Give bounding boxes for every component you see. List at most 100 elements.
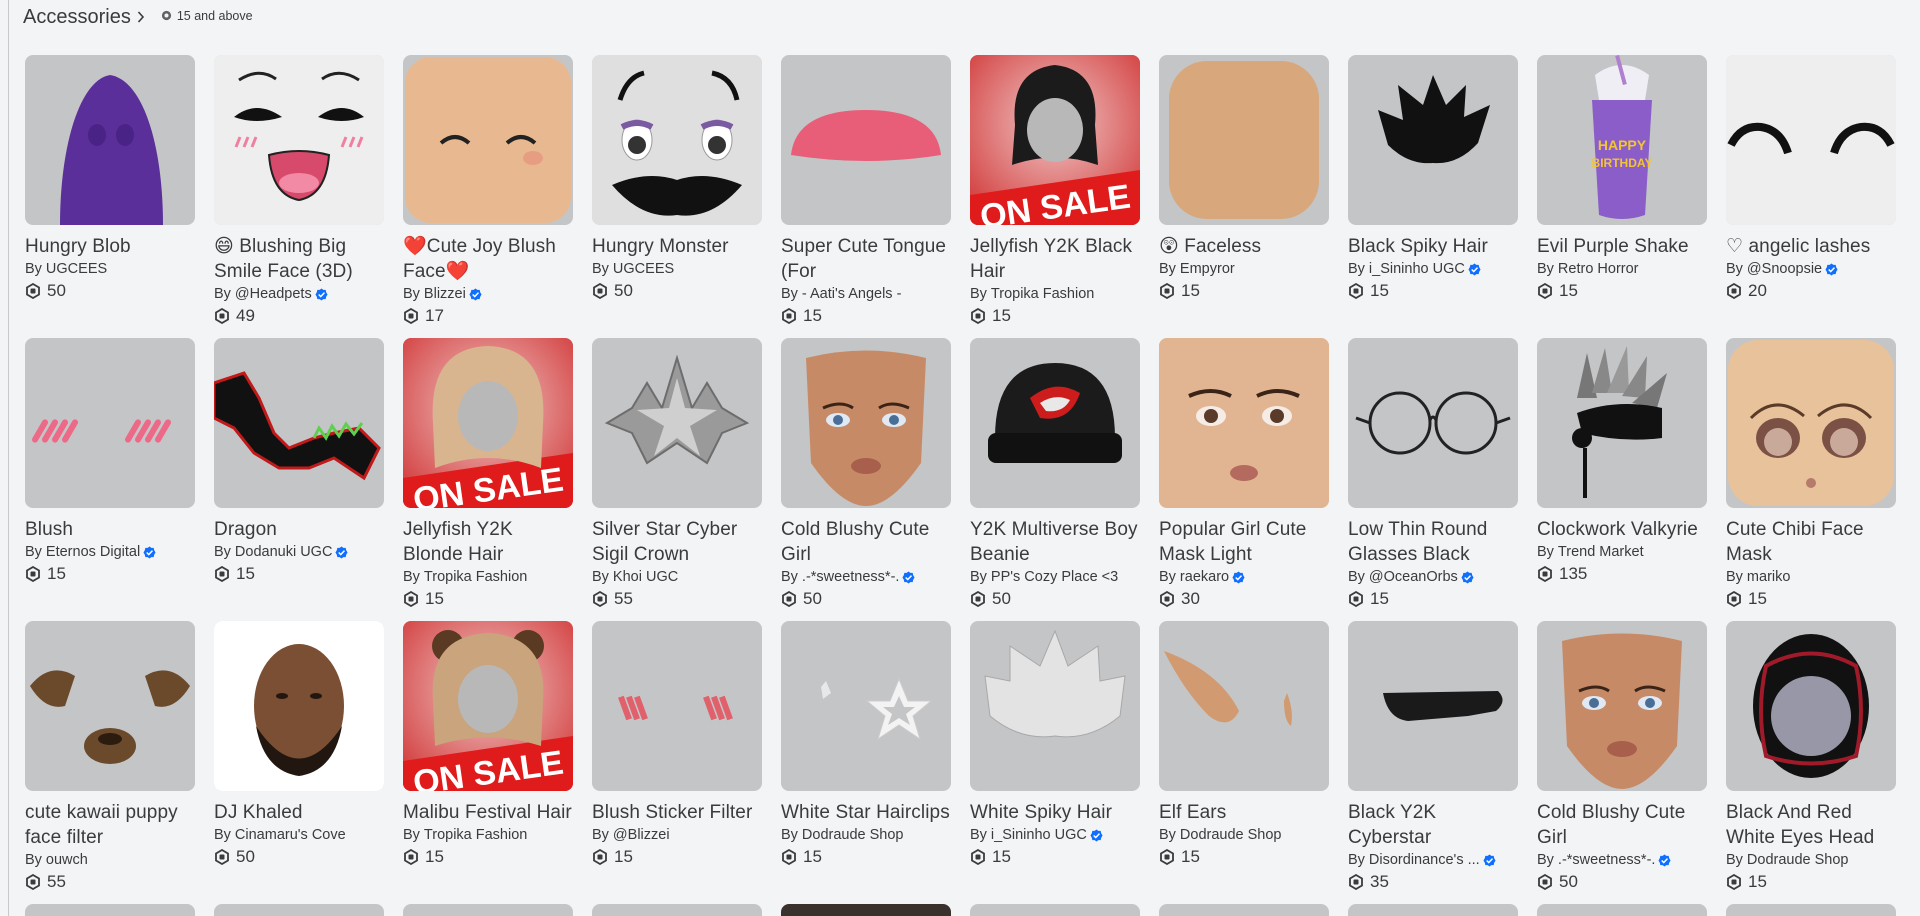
item-card[interactable]: Dragon By Dodanuki UGC 15 — [214, 338, 384, 621]
item-card[interactable]: Hungry Monster By UGCEES 50 — [592, 55, 762, 338]
item-card[interactable]: 😲 Faceless By Empyror 15 — [1159, 55, 1329, 338]
creator-link[interactable]: .-*sweetness*-. — [802, 567, 900, 587]
item-name[interactable]: Hungry Monster — [592, 234, 762, 259]
item-name[interactable]: Clockwork Valkyrie — [1537, 517, 1707, 542]
creator-link[interactable]: Retro Horror — [1558, 259, 1639, 279]
item-thumbnail[interactable] — [1348, 338, 1518, 508]
item-name[interactable]: Low Thin Round Glasses Black — [1348, 517, 1518, 567]
item-name[interactable]: Silver Star Cyber Sigil Crown — [592, 517, 762, 567]
item-thumbnail[interactable]: ON SALE — [970, 55, 1140, 225]
creator-link[interactable]: i_Sininho UGC — [1369, 259, 1465, 279]
item-thumbnail[interactable] — [1159, 55, 1329, 225]
creator-link[interactable]: .-*sweetness*-. — [1558, 850, 1656, 870]
item-name[interactable]: Cute Chibi Face Mask — [1726, 517, 1896, 567]
item-thumbnail[interactable] — [1537, 621, 1707, 791]
item-thumbnail[interactable] — [25, 55, 195, 225]
item-name[interactable]: White Spiky Hair — [970, 800, 1140, 825]
item-thumbnail[interactable] — [214, 55, 384, 225]
creator-link[interactable]: PP's Cozy Place <3 — [991, 567, 1118, 587]
item-name[interactable]: Jellyfish Y2K Black Hair — [970, 234, 1140, 284]
item-name[interactable]: DJ Khaled — [214, 800, 384, 825]
item-name[interactable]: Evil Purple Shake — [1537, 234, 1707, 259]
item-name[interactable]: 😄 Blushing Big Smile Face (3D) — [214, 234, 384, 284]
item-thumbnail[interactable] — [970, 338, 1140, 508]
item-name[interactable]: Hungry Blob — [25, 234, 195, 259]
item-name[interactable]: Cold Blushy Cute Girl — [1537, 800, 1707, 850]
creator-link[interactable]: mariko — [1747, 567, 1791, 587]
creator-link[interactable]: Tropika Fashion — [991, 284, 1094, 304]
item-card[interactable]: Cute Chibi Face Mask By mariko 15 — [1726, 338, 1896, 621]
item-thumbnail[interactable] — [1159, 621, 1329, 791]
item-card[interactable]: cute kawaii puppy face filter By ouwch 5… — [25, 621, 195, 904]
item-card[interactable]: Blush Sticker Filter By @Blizzei 15 — [592, 621, 762, 904]
item-thumbnail[interactable] — [1348, 55, 1518, 225]
item-name[interactable]: Black And Red White Eyes Head — [1726, 800, 1896, 850]
item-card[interactable]: Blush By Eternos Digital 15 — [25, 338, 195, 621]
item-name[interactable]: cute kawaii puppy face filter — [25, 800, 195, 850]
item-card[interactable]: Super Cute Tongue (For By - Aati's Angel… — [781, 55, 951, 338]
item-name[interactable]: Dragon — [214, 517, 384, 542]
item-card[interactable]: Black Y2K Cyberstar By Disordinance's ..… — [1348, 621, 1518, 904]
item-card[interactable]: ON SALE Malibu Festival Hair By Tropika … — [403, 621, 573, 904]
creator-link[interactable]: raekaro — [1180, 567, 1229, 587]
creator-link[interactable]: Dodanuki UGC — [235, 542, 333, 562]
creator-link[interactable]: UGCEES — [613, 259, 674, 279]
item-name[interactable]: Elf Ears — [1159, 800, 1329, 825]
item-thumbnail[interactable] — [25, 338, 195, 508]
creator-link[interactable]: Trend Market — [1558, 542, 1644, 562]
item-thumbnail[interactable] — [781, 338, 951, 508]
item-card[interactable]: DJ Khaled By Cinamaru's Cove 50 — [214, 621, 384, 904]
item-card[interactable]: Black And Red White Eyes Head By Dodraud… — [1726, 621, 1896, 904]
item-name[interactable]: Super Cute Tongue (For — [781, 234, 951, 284]
item-name[interactable]: White Star Hairclips — [781, 800, 951, 825]
item-thumbnail[interactable] — [1537, 338, 1707, 508]
creator-link[interactable]: Dodraude Shop — [1747, 850, 1849, 870]
item-name[interactable]: Blush Sticker Filter — [592, 800, 762, 825]
item-card[interactable]: Hungry Blob By UGCEES 50 — [25, 55, 195, 338]
creator-link[interactable]: Dodraude Shop — [802, 825, 904, 845]
item-name[interactable]: Jellyfish Y2K Blonde Hair — [403, 517, 573, 567]
item-thumbnail[interactable]: ON SALE — [403, 338, 573, 508]
creator-link[interactable]: @Headpets — [235, 284, 312, 304]
item-card[interactable]: Black Spiky Hair By i_Sininho UGC 15 — [1348, 55, 1518, 338]
creator-link[interactable]: i_Sininho UGC — [991, 825, 1087, 845]
item-name[interactable]: Cold Blushy Cute Girl — [781, 517, 951, 567]
item-thumbnail[interactable] — [214, 338, 384, 508]
item-thumbnail[interactable] — [403, 55, 573, 225]
item-name[interactable]: ♡ angelic lashes — [1726, 234, 1896, 259]
item-card[interactable]: Cold Blushy Cute Girl By .-*sweetness*-.… — [1537, 621, 1707, 904]
item-thumbnail[interactable] — [1159, 338, 1329, 508]
item-card[interactable]: ❤️Cute Joy Blush Face❤️ By Blizzei 17 — [403, 55, 573, 338]
item-card[interactable]: White Star Hairclips By Dodraude Shop 15 — [781, 621, 951, 904]
creator-link[interactable]: Tropika Fashion — [424, 825, 527, 845]
creator-link[interactable]: Khoi UGC — [613, 567, 678, 587]
creator-link[interactable]: Disordinance's ... — [1369, 850, 1480, 870]
item-thumbnail[interactable]: HAPPY BIRTHDAY — [1537, 55, 1707, 225]
creator-link[interactable]: @Snoopsie — [1747, 259, 1822, 279]
item-card[interactable]: Cold Blushy Cute Girl By .-*sweetness*-.… — [781, 338, 951, 621]
creator-link[interactable]: Tropika Fashion — [424, 567, 527, 587]
creator-link[interactable]: @Blizzei — [613, 825, 670, 845]
creator-link[interactable]: Dodraude Shop — [1180, 825, 1282, 845]
item-name[interactable]: Black Y2K Cyberstar — [1348, 800, 1518, 850]
item-thumbnail[interactable] — [970, 621, 1140, 791]
chevron-right-icon[interactable] — [137, 10, 147, 24]
item-card[interactable]: ON SALE Jellyfish Y2K Blonde Hair By Tro… — [403, 338, 573, 621]
creator-link[interactable]: ouwch — [46, 850, 88, 870]
item-name[interactable]: Popular Girl Cute Mask Light — [1159, 517, 1329, 567]
item-thumbnail[interactable] — [592, 338, 762, 508]
item-thumbnail[interactable] — [1726, 338, 1896, 508]
item-name[interactable]: Blush — [25, 517, 195, 542]
item-card[interactable]: Clockwork Valkyrie By Trend Market 135 — [1537, 338, 1707, 621]
item-thumbnail[interactable] — [1726, 621, 1896, 791]
item-thumbnail[interactable] — [592, 621, 762, 791]
creator-link[interactable]: @OceanOrbs — [1369, 567, 1458, 587]
item-thumbnail[interactable] — [592, 55, 762, 225]
creator-link[interactable]: Blizzei — [424, 284, 466, 304]
item-thumbnail[interactable] — [25, 621, 195, 791]
item-thumbnail[interactable] — [1726, 55, 1896, 225]
item-thumbnail[interactable] — [781, 621, 951, 791]
item-card[interactable]: White Spiky Hair By i_Sininho UGC 15 — [970, 621, 1140, 904]
item-name[interactable]: Y2K Multiverse Boy Beanie — [970, 517, 1140, 567]
item-card[interactable]: Y2K Multiverse Boy Beanie By PP's Cozy P… — [970, 338, 1140, 621]
